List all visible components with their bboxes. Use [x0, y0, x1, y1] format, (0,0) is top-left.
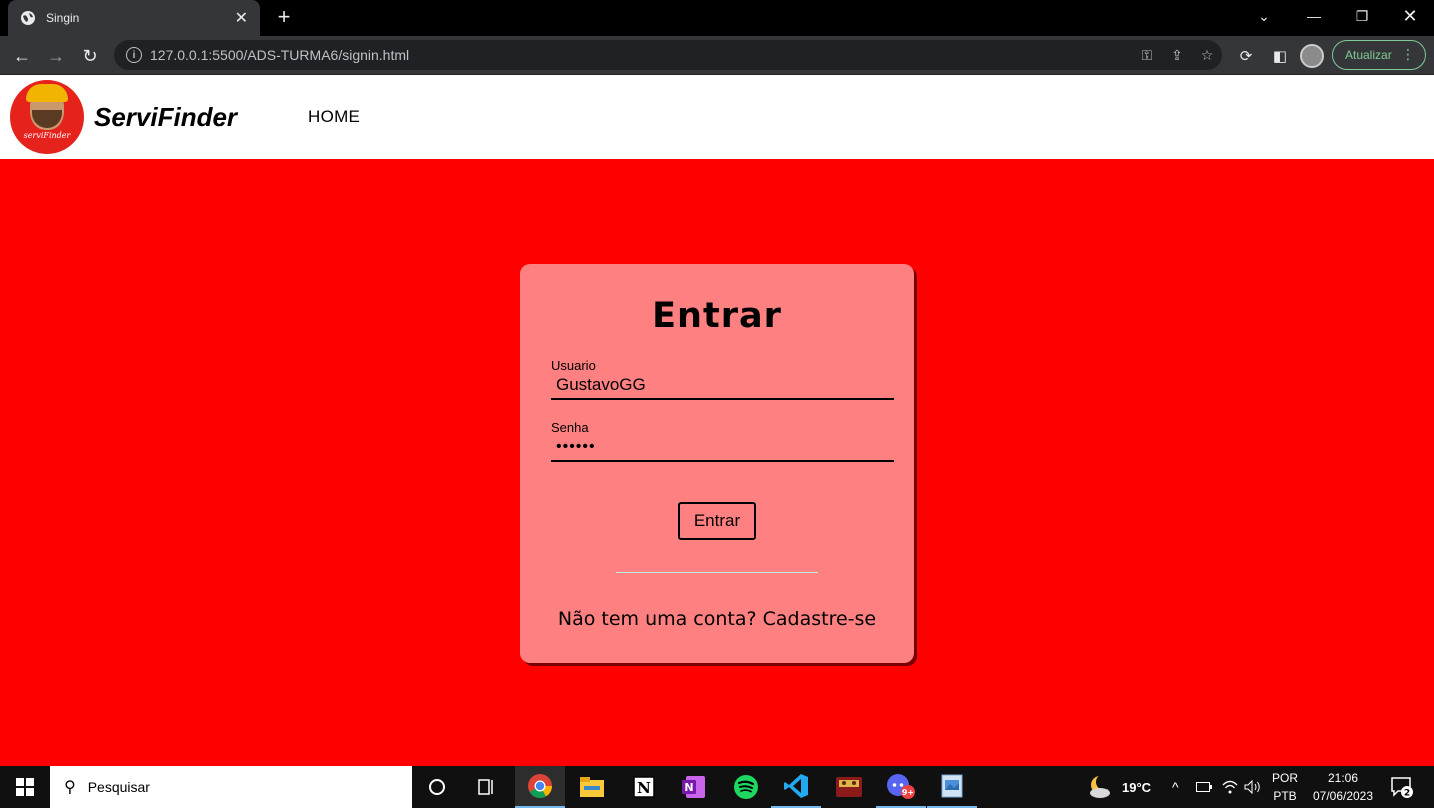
notification-icon: 2 [1391, 777, 1413, 799]
windows-taskbar: ⚲ Pesquisar N N 9+ 19°C ^ POR PTB 21:06 … [0, 766, 1434, 808]
password-input[interactable] [551, 434, 894, 462]
browser-tab-strip: Singin ✕ + ⌄ — ❐ ✕ [0, 0, 1434, 36]
taskbar-vscode[interactable] [771, 766, 821, 808]
username-input[interactable] [551, 372, 894, 400]
notification-center[interactable]: 2 [1390, 766, 1414, 808]
taskbar-spotify[interactable] [721, 766, 771, 808]
share-icon[interactable]: ⇪ [1162, 40, 1192, 70]
notion-icon: N [633, 776, 655, 798]
chrome-icon [528, 774, 552, 799]
reload-button[interactable]: ↻ [76, 42, 104, 70]
forward-button[interactable]: → [42, 42, 70, 70]
nav-home-link[interactable]: HOME [308, 107, 360, 127]
taskbar-notion[interactable]: N [619, 766, 669, 808]
update-button[interactable]: Atualizar ⋮ [1332, 40, 1426, 70]
volume-icon[interactable] [1244, 766, 1262, 808]
discord-icon: 9+ [887, 774, 915, 799]
site-info-icon[interactable]: i [126, 47, 142, 63]
taskbar-chrome[interactable] [515, 766, 565, 808]
taskbar-discord[interactable]: 9+ [876, 766, 926, 808]
browser-tab[interactable]: Singin ✕ [8, 0, 260, 36]
profile-avatar[interactable] [1300, 44, 1324, 68]
side-panel-icon[interactable]: ◧ [1266, 42, 1294, 70]
notification-count: 2 [1404, 789, 1410, 799]
key-icon[interactable]: ⚿ [1132, 40, 1162, 70]
signup-link[interactable]: Não tem uma conta? Cadastre-se [520, 608, 914, 630]
language-secondary: PTB [1273, 789, 1297, 803]
globe-icon [21, 11, 35, 25]
login-title: Entrar [652, 296, 782, 336]
login-card: Entrar Usuario Senha Entrar Não tem uma … [520, 264, 914, 663]
username-label: Usuario [551, 358, 596, 373]
language-primary: POR [1272, 771, 1299, 785]
browser-toolbar: ← → ↻ i 127.0.0.1:5500/ADS-TURMA6/signin… [0, 36, 1434, 75]
taskbar-search[interactable]: ⚲ Pesquisar [50, 766, 412, 808]
spotify-icon [734, 775, 758, 799]
vscode-icon [784, 774, 808, 798]
close-window-button[interactable]: ✕ [1386, 0, 1434, 32]
language-indicator[interactable]: POR PTB [1272, 766, 1298, 808]
extension-icon[interactable]: ⟳ [1232, 42, 1260, 70]
moon-cloud-icon [1090, 775, 1112, 798]
logo-helmet [26, 84, 68, 102]
image-app-icon [941, 774, 963, 798]
clock[interactable]: 21:06 07/06/2023 [1310, 766, 1376, 808]
task-view-icon [478, 779, 493, 795]
taskbar-onenote[interactable]: N [669, 766, 719, 808]
star-icon[interactable]: ☆ [1192, 40, 1222, 70]
show-hidden-icons[interactable]: ^ [1172, 766, 1179, 808]
minimize-button[interactable]: — [1290, 0, 1338, 32]
address-bar[interactable]: i 127.0.0.1:5500/ADS-TURMA6/signin.html … [114, 40, 1222, 70]
site-header: serviFinder ServiFinder HOME [0, 75, 1434, 159]
clock-time: 21:06 [1327, 771, 1359, 785]
svg-text:N: N [637, 779, 651, 797]
search-icon: ⚲ [64, 779, 76, 796]
url-text[interactable]: 127.0.0.1:5500/ADS-TURMA6/signin.html [150, 47, 1132, 63]
update-label: Atualizar [1345, 48, 1392, 62]
onenote-icon: N [682, 776, 705, 798]
back-button[interactable]: ← [8, 42, 36, 70]
login-submit-button[interactable]: Entrar [678, 502, 756, 540]
close-tab-icon[interactable]: ✕ [235, 8, 248, 28]
svg-text:N: N [684, 781, 693, 794]
weather-widget[interactable]: 19°C [1088, 766, 1151, 808]
clock-date: 07/06/2023 [1312, 789, 1374, 803]
brand-name: ServiFinder [94, 102, 238, 132]
start-button[interactable] [0, 766, 50, 808]
servifinder-logo[interactable]: serviFinder [10, 80, 84, 154]
cortana-icon [429, 779, 445, 795]
search-placeholder: Pesquisar [87, 779, 150, 795]
new-tab-button[interactable]: + [272, 6, 296, 30]
tab-search-icon[interactable]: ⌄ [1240, 0, 1288, 32]
battery-icon[interactable] [1196, 766, 1212, 808]
restore-button[interactable]: ❐ [1338, 0, 1386, 32]
folder-icon [580, 777, 604, 797]
discord-badge: 9+ [902, 788, 914, 797]
password-label: Senha [551, 420, 589, 435]
windows-icon [16, 778, 34, 796]
logo-text: serviFinder [23, 131, 71, 140]
taskbar-game-app[interactable] [824, 766, 874, 808]
game-app-icon [836, 777, 862, 797]
wifi-icon[interactable] [1222, 766, 1238, 808]
taskbar-image-app[interactable] [927, 766, 977, 808]
temperature: 19°C [1122, 779, 1152, 795]
tab-title: Singin [46, 11, 80, 25]
more-menu-icon[interactable]: ⋮ [1401, 46, 1415, 62]
cortana-button[interactable] [412, 766, 462, 808]
divider [616, 572, 818, 573]
taskbar-file-explorer[interactable] [567, 766, 617, 808]
task-view-button[interactable] [462, 766, 512, 808]
